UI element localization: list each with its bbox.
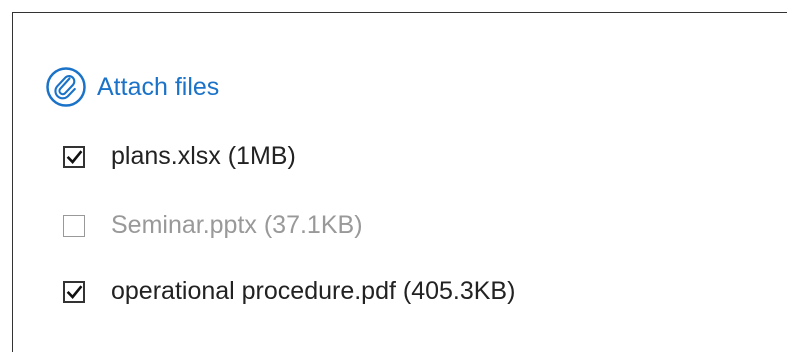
- file-checkbox[interactable]: [63, 280, 85, 303]
- file-checkbox[interactable]: [63, 145, 85, 168]
- file-label: Seminar.pptx (37.1KB): [111, 211, 363, 239]
- file-row-seminar[interactable]: Seminar.pptx (37.1KB): [63, 213, 363, 238]
- checkmark-icon: [66, 149, 83, 164]
- paperclip-icon: [45, 66, 87, 108]
- file-row-plans[interactable]: plans.xlsx (1MB): [63, 144, 296, 169]
- checkmark-icon: [66, 284, 83, 299]
- attachments-panel: Attach files plans.xlsx (1MB) Seminar.pp…: [12, 12, 787, 352]
- attach-files-link[interactable]: Attach files: [45, 66, 219, 108]
- file-checkbox[interactable]: [63, 214, 85, 237]
- file-row-operational-procedure[interactable]: operational procedure.pdf (405.3KB): [63, 279, 515, 304]
- attach-files-label: Attach files: [97, 72, 220, 101]
- file-label: plans.xlsx (1MB): [111, 142, 296, 170]
- file-label: operational procedure.pdf (405.3KB): [111, 277, 516, 305]
